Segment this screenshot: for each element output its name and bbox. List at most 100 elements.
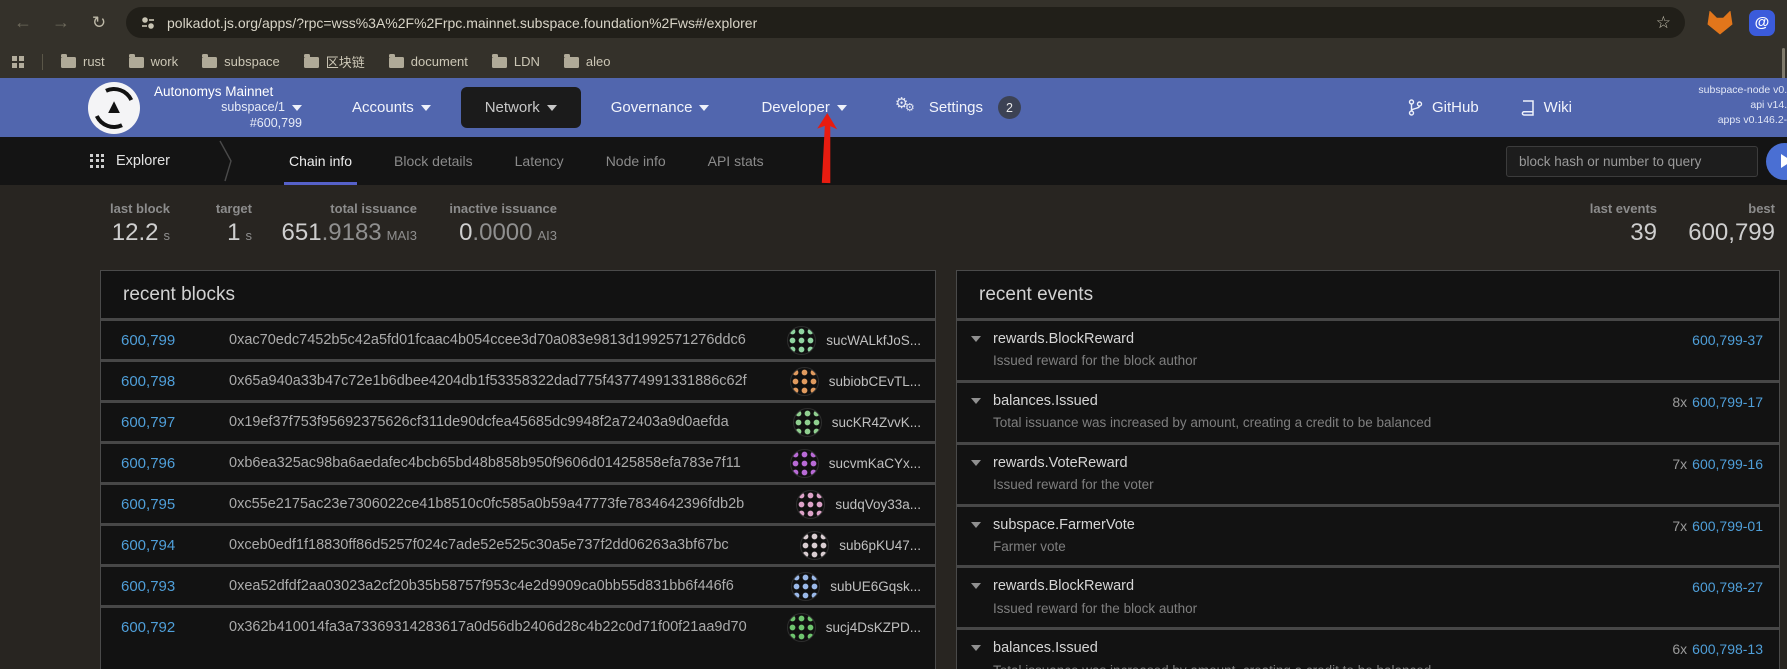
block-number-link[interactable]: 600,797 <box>121 414 205 431</box>
explorer-section[interactable]: Explorer <box>90 153 170 169</box>
event-id-link[interactable]: 600,799-17 <box>1692 394 1763 410</box>
event-block-ref: 7x600,799-16 <box>1672 453 1763 495</box>
block-number-link[interactable]: 600,799 <box>121 332 205 349</box>
site-settings-icon[interactable] <box>140 15 156 31</box>
author-identicon[interactable] <box>796 490 825 519</box>
author-identicon[interactable] <box>790 449 819 478</box>
event-id-link[interactable]: 600,798-13 <box>1692 641 1763 657</box>
folder-icon <box>492 57 507 68</box>
block-number-link[interactable]: 600,793 <box>121 578 205 595</box>
event-info: subspace.FarmerVote Farmer vote <box>993 515 1672 557</box>
autonomys-logo[interactable]: ▲ <box>88 82 140 134</box>
author-identicon[interactable] <box>787 326 816 355</box>
github-link[interactable]: GitHub <box>1408 99 1479 116</box>
tab-chain-info[interactable]: Chain info <box>268 137 373 185</box>
author-identicon[interactable] <box>791 572 820 601</box>
apps-grid-icon[interactable] <box>12 56 24 68</box>
bookmark-folder[interactable]: 区块链 <box>304 52 365 71</box>
event-id-link[interactable]: 600,799-01 <box>1692 518 1763 534</box>
event-id-link[interactable]: 600,799-37 <box>1692 332 1763 348</box>
bookmark-folder[interactable]: LDN <box>492 54 540 69</box>
author-name: sucvmKaCYx... <box>829 456 921 471</box>
git-branch-icon <box>1408 99 1423 116</box>
nav-governance[interactable]: Governance <box>589 89 732 126</box>
section-tabs-bar: Explorer Chain info Block details Latenc… <box>0 137 1787 185</box>
folder-icon <box>389 57 404 68</box>
event-name: rewards.BlockReward <box>993 329 1687 349</box>
bookmark-label: document <box>411 54 468 69</box>
expand-caret-icon[interactable] <box>971 515 993 557</box>
chain-name: Autonomys Mainnet <box>154 84 302 100</box>
bookmark-folder[interactable]: rust <box>61 54 105 69</box>
event-id-link[interactable]: 600,799-16 <box>1692 456 1763 472</box>
block-author[interactable]: sucvmKaCYx... <box>790 449 921 478</box>
best-block-number: #600,799 <box>154 116 302 131</box>
nav-developer[interactable]: Developer <box>739 89 868 126</box>
chain-spec[interactable]: subspace/1 <box>154 100 302 115</box>
address-bar[interactable]: polkadot.js.org/apps/?rpc=wss%3A%2F%2Frp… <box>126 7 1685 38</box>
expand-caret-icon[interactable] <box>971 638 993 669</box>
block-number-link[interactable]: 600,794 <box>121 537 205 554</box>
folder-icon <box>564 57 579 68</box>
recent-blocks-title: recent blocks <box>101 271 935 318</box>
gear-icon: ⚙⚙ <box>895 97 921 119</box>
book-icon <box>1521 100 1535 116</box>
event-id-link[interactable]: 600,798-27 <box>1692 579 1763 595</box>
block-hash: 0xb6ea325ac98ba6aedafec4bcb65bd48b858b95… <box>229 455 741 471</box>
recent-blocks-panel: recent blocks 600,799 0xac70edc7452b5c42… <box>100 270 936 669</box>
bookmark-label: 区块链 <box>326 52 365 71</box>
wiki-link[interactable]: Wiki <box>1521 99 1572 116</box>
folder-icon <box>61 57 76 68</box>
event-description: Issued reward for the voter <box>993 475 1672 495</box>
chain-info[interactable]: Autonomys Mainnet subspace/1 #600,799 <box>154 84 302 131</box>
bookmark-star-icon[interactable]: ☆ <box>1656 13 1671 33</box>
block-number-link[interactable]: 600,796 <box>121 455 205 472</box>
metamask-extension-icon[interactable] <box>1707 11 1733 35</box>
block-author[interactable]: sucKR4ZvvK... <box>793 408 921 437</box>
author-identicon[interactable] <box>790 367 819 396</box>
search-submit-button[interactable] <box>1766 143 1787 180</box>
bookmark-folder[interactable]: document <box>389 54 468 69</box>
tab-node-info[interactable]: Node info <box>585 137 687 185</box>
block-author[interactable]: sudqVoy33a... <box>796 490 921 519</box>
block-author[interactable]: sucj4DsKZPD... <box>787 613 921 642</box>
url-text[interactable]: polkadot.js.org/apps/?rpc=wss%3A%2F%2Frp… <box>167 15 757 31</box>
block-author[interactable]: sucWALkfJoS... <box>787 326 921 355</box>
author-identicon[interactable] <box>800 531 829 560</box>
event-count: 8x <box>1672 394 1687 410</box>
forward-icon[interactable]: → <box>50 12 72 33</box>
bookmark-label: rust <box>83 54 105 69</box>
blue-extension-icon[interactable]: @ <box>1749 10 1775 36</box>
block-author[interactable]: subiobCEvTL... <box>790 367 921 396</box>
author-name: subUE6Gqsk... <box>830 579 921 594</box>
block-search-input[interactable] <box>1506 146 1758 177</box>
event-name: rewards.VoteReward <box>993 453 1672 473</box>
block-number-link[interactable]: 600,792 <box>121 619 205 636</box>
author-identicon[interactable] <box>793 408 822 437</box>
block-author[interactable]: sub6pKU47... <box>800 531 921 560</box>
author-name: sudqVoy33a... <box>835 497 921 512</box>
block-author[interactable]: subUE6Gqsk... <box>791 572 921 601</box>
expand-caret-icon[interactable] <box>971 391 993 433</box>
nav-network[interactable]: Network <box>461 87 581 128</box>
back-icon[interactable]: ← <box>12 12 34 33</box>
bookmark-folder[interactable]: subspace <box>202 54 280 69</box>
bookmark-folder[interactable]: aleo <box>564 54 611 69</box>
block-number-link[interactable]: 600,795 <box>121 496 205 513</box>
expand-caret-icon[interactable] <box>971 329 993 371</box>
bookmarks-bar: rust work subspace 区块链 <box>0 45 1787 78</box>
expand-caret-icon[interactable] <box>971 453 993 495</box>
nav-settings[interactable]: ⚙⚙ Settings 2 <box>895 96 1021 119</box>
reload-icon[interactable]: ↻ <box>88 13 110 33</box>
tab-api-stats[interactable]: API stats <box>687 137 785 185</box>
expand-caret-icon[interactable] <box>971 576 993 618</box>
author-identicon[interactable] <box>787 613 816 642</box>
tab-block-details[interactable]: Block details <box>373 137 494 185</box>
block-number-link[interactable]: 600,798 <box>121 373 205 390</box>
bookmark-folder[interactable]: work <box>129 54 178 69</box>
nav-accounts[interactable]: Accounts <box>330 89 453 126</box>
event-info: rewards.VoteReward Issued reward for the… <box>993 453 1672 495</box>
stat-inactive-issuance: inactive issuance 0.0000AI3 <box>417 201 557 270</box>
recent-events-title: recent events <box>957 271 1779 318</box>
tab-latency[interactable]: Latency <box>494 137 585 185</box>
